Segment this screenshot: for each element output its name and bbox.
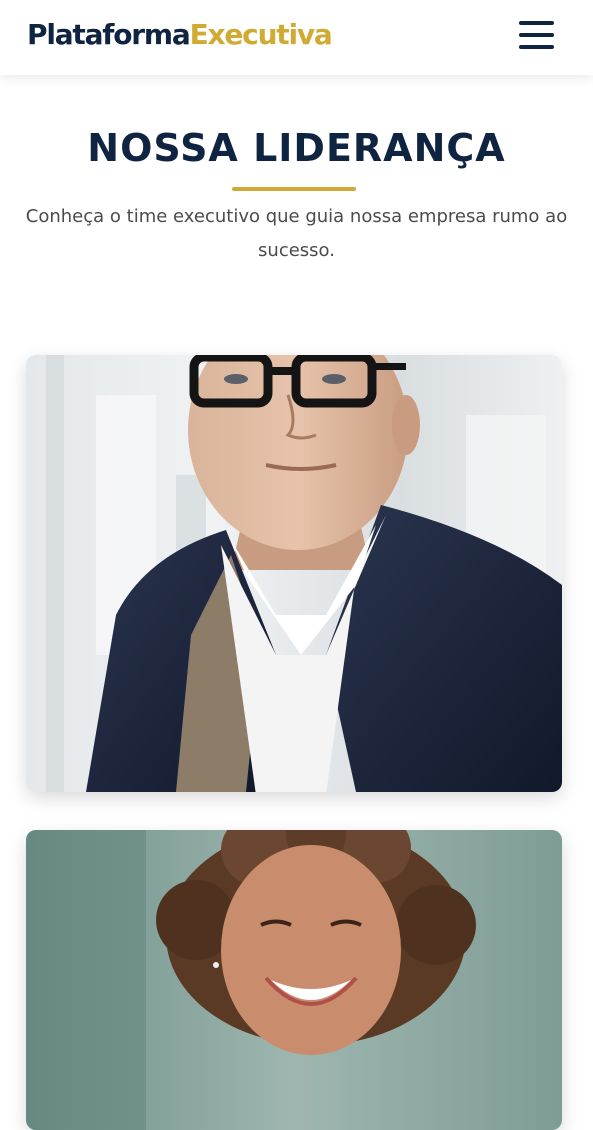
menu-bar-top: [519, 21, 554, 25]
section-title: NOSSA LIDERANÇA: [87, 126, 506, 170]
team-member-photo: [26, 830, 562, 1130]
menu-bar-middle: [519, 33, 554, 37]
brand-logo-part1: Plataforma: [27, 18, 191, 51]
brand-logo[interactable]: PlataformaExecutiva: [27, 17, 333, 53]
team-member-card[interactable]: [26, 830, 562, 1130]
site-header: PlataformaExecutiva: [0, 0, 593, 75]
hamburger-menu-icon[interactable]: [517, 20, 557, 52]
team-member-photo: [26, 355, 562, 792]
title-underline: [232, 187, 356, 191]
section-subtitle: Conheça o time executivo que guia nossa …: [25, 206, 568, 261]
brand-logo-part2: Executiva: [189, 18, 333, 51]
team-member-card[interactable]: [26, 355, 562, 792]
menu-bar-bottom: [519, 45, 554, 49]
